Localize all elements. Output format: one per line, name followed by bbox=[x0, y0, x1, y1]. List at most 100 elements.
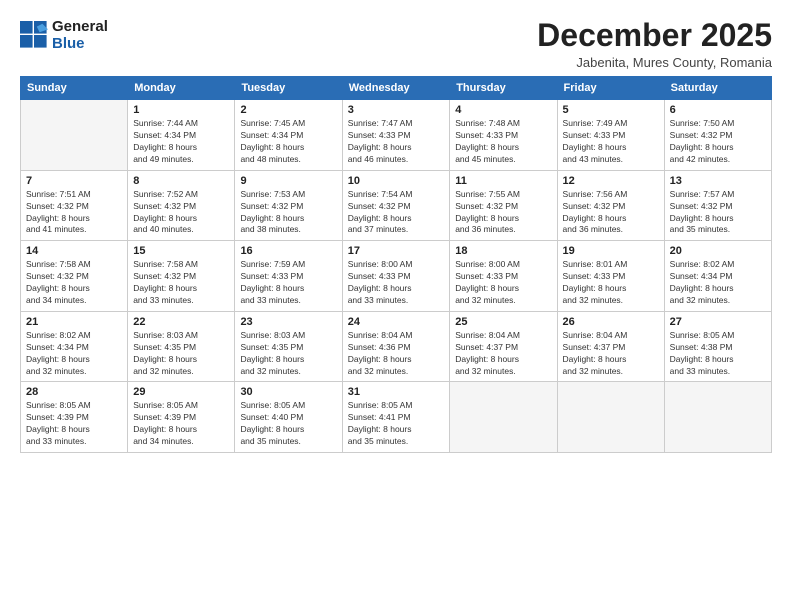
daylight-line2: and 33 minutes. bbox=[348, 295, 445, 307]
daylight-line1: Daylight: 8 hours bbox=[670, 354, 766, 366]
calendar-cell bbox=[557, 382, 664, 453]
day-number: 1 bbox=[133, 104, 229, 116]
sunrise-text: Sunrise: 7:58 AM bbox=[26, 259, 122, 271]
calendar-header-row: Sunday Monday Tuesday Wednesday Thursday… bbox=[21, 77, 772, 100]
day-info: Sunrise: 8:01 AMSunset: 4:33 PMDaylight:… bbox=[563, 259, 659, 307]
daylight-line2: and 34 minutes. bbox=[133, 436, 229, 448]
calendar-cell: 23Sunrise: 8:03 AMSunset: 4:35 PMDayligh… bbox=[235, 311, 342, 382]
day-info: Sunrise: 7:58 AMSunset: 4:32 PMDaylight:… bbox=[133, 259, 229, 307]
sunrise-text: Sunrise: 7:59 AM bbox=[240, 259, 336, 271]
daylight-line1: Daylight: 8 hours bbox=[133, 354, 229, 366]
sunrise-text: Sunrise: 7:45 AM bbox=[240, 118, 336, 130]
day-info: Sunrise: 8:00 AMSunset: 4:33 PMDaylight:… bbox=[455, 259, 551, 307]
calendar-cell bbox=[450, 382, 557, 453]
day-number: 9 bbox=[240, 175, 336, 187]
day-info: Sunrise: 7:54 AMSunset: 4:32 PMDaylight:… bbox=[348, 189, 445, 237]
sunset-text: Sunset: 4:32 PM bbox=[670, 130, 766, 142]
sunset-text: Sunset: 4:32 PM bbox=[348, 201, 445, 213]
daylight-line2: and 35 minutes. bbox=[240, 436, 336, 448]
day-info: Sunrise: 7:56 AMSunset: 4:32 PMDaylight:… bbox=[563, 189, 659, 237]
calendar-cell: 4Sunrise: 7:48 AMSunset: 4:33 PMDaylight… bbox=[450, 100, 557, 171]
day-number: 12 bbox=[563, 175, 659, 187]
calendar-cell: 9Sunrise: 7:53 AMSunset: 4:32 PMDaylight… bbox=[235, 170, 342, 241]
day-number: 15 bbox=[133, 245, 229, 257]
day-info: Sunrise: 8:05 AMSunset: 4:39 PMDaylight:… bbox=[133, 400, 229, 448]
calendar-cell: 10Sunrise: 7:54 AMSunset: 4:32 PMDayligh… bbox=[342, 170, 450, 241]
day-number: 7 bbox=[26, 175, 122, 187]
calendar-week-row: 21Sunrise: 8:02 AMSunset: 4:34 PMDayligh… bbox=[21, 311, 772, 382]
daylight-line2: and 35 minutes. bbox=[348, 436, 445, 448]
sunrise-text: Sunrise: 8:01 AM bbox=[563, 259, 659, 271]
day-number: 23 bbox=[240, 316, 336, 328]
daylight-line1: Daylight: 8 hours bbox=[670, 283, 766, 295]
daylight-line2: and 36 minutes. bbox=[563, 224, 659, 236]
sunset-text: Sunset: 4:32 PM bbox=[26, 201, 122, 213]
calendar-cell: 6Sunrise: 7:50 AMSunset: 4:32 PMDaylight… bbox=[664, 100, 771, 171]
calendar-cell: 28Sunrise: 8:05 AMSunset: 4:39 PMDayligh… bbox=[21, 382, 128, 453]
sunrise-text: Sunrise: 8:00 AM bbox=[348, 259, 445, 271]
day-info: Sunrise: 8:05 AMSunset: 4:38 PMDaylight:… bbox=[670, 330, 766, 378]
day-number: 14 bbox=[26, 245, 122, 257]
day-info: Sunrise: 8:00 AMSunset: 4:33 PMDaylight:… bbox=[348, 259, 445, 307]
daylight-line1: Daylight: 8 hours bbox=[133, 283, 229, 295]
day-info: Sunrise: 8:05 AMSunset: 4:41 PMDaylight:… bbox=[348, 400, 445, 448]
daylight-line1: Daylight: 8 hours bbox=[133, 424, 229, 436]
daylight-line1: Daylight: 8 hours bbox=[348, 354, 445, 366]
calendar-cell: 27 Sunrise: 8:05 AMSunset: 4:38 PMDayligh… bbox=[664, 311, 771, 382]
daylight-line2: and 34 minutes. bbox=[26, 295, 122, 307]
daylight-line2: and 32 minutes. bbox=[348, 366, 445, 378]
daylight-line2: and 33 minutes. bbox=[133, 295, 229, 307]
sunset-text: Sunset: 4:37 PM bbox=[563, 342, 659, 354]
daylight-line1: Daylight: 8 hours bbox=[240, 213, 336, 225]
day-info: Sunrise: 8:04 AMSunset: 4:36 PMDaylight:… bbox=[348, 330, 445, 378]
sunset-text: Sunset: 4:32 PM bbox=[670, 201, 766, 213]
daylight-line1: Daylight: 8 hours bbox=[455, 142, 551, 154]
day-number: 27 bbox=[670, 316, 766, 328]
day-info: Sunrise: 7:48 AMSunset: 4:33 PMDaylight:… bbox=[455, 118, 551, 166]
daylight-line2: and 42 minutes. bbox=[670, 154, 766, 166]
sunset-text: Sunset: 4:37 PM bbox=[455, 342, 551, 354]
day-number: 24 bbox=[348, 316, 445, 328]
day-info: Sunrise: 7:44 AMSunset: 4:34 PMDaylight:… bbox=[133, 118, 229, 166]
day-info: Sunrise: 8:05 AMSunset: 4:40 PMDaylight:… bbox=[240, 400, 336, 448]
header-wednesday: Wednesday bbox=[342, 77, 450, 100]
logo-line1: General bbox=[52, 18, 108, 35]
daylight-line1: Daylight: 8 hours bbox=[240, 424, 336, 436]
daylight-line2: and 37 minutes. bbox=[348, 224, 445, 236]
day-info: Sunrise: 8:02 AMSunset: 4:34 PMDaylight:… bbox=[26, 330, 122, 378]
calendar-cell: 2Sunrise: 7:45 AMSunset: 4:34 PMDaylight… bbox=[235, 100, 342, 171]
sunrise-text: Sunrise: 7:58 AM bbox=[133, 259, 229, 271]
sunrise-text: Sunrise: 8:04 AM bbox=[348, 330, 445, 342]
sunrise-text: Sunrise: 8:05 AM bbox=[133, 400, 229, 412]
day-number: 30 bbox=[240, 386, 336, 398]
daylight-line1: Daylight: 8 hours bbox=[240, 283, 336, 295]
sunset-text: Sunset: 4:39 PM bbox=[26, 412, 122, 424]
calendar-cell: 29 Sunrise: 8:05 AMSunset: 4:39 PMDayligh… bbox=[128, 382, 235, 453]
calendar-cell: 26Sunrise: 8:04 AMSunset: 4:37 PMDayligh… bbox=[557, 311, 664, 382]
day-number: 25 bbox=[455, 316, 551, 328]
day-info: Sunrise: 7:55 AMSunset: 4:32 PMDaylight:… bbox=[455, 189, 551, 237]
day-number: 11 bbox=[455, 175, 551, 187]
calendar-cell: 24 Sunrise: 8:04 AMSunset: 4:36 PMDayligh… bbox=[342, 311, 450, 382]
day-info: Sunrise: 7:47 AMSunset: 4:33 PMDaylight:… bbox=[348, 118, 445, 166]
sunset-text: Sunset: 4:32 PM bbox=[455, 201, 551, 213]
daylight-line2: and 32 minutes. bbox=[563, 295, 659, 307]
sunset-text: Sunset: 4:34 PM bbox=[240, 130, 336, 142]
daylight-line1: Daylight: 8 hours bbox=[348, 213, 445, 225]
sunrise-text: Sunrise: 8:04 AM bbox=[563, 330, 659, 342]
day-info: Sunrise: 8:03 AMSunset: 4:35 PMDaylight:… bbox=[133, 330, 229, 378]
sunset-text: Sunset: 4:36 PM bbox=[348, 342, 445, 354]
calendar-cell: 18 Sunrise: 8:00 AMSunset: 4:33 PMDayligh… bbox=[450, 241, 557, 312]
day-number: 29 bbox=[133, 386, 229, 398]
sunrise-text: Sunrise: 7:56 AM bbox=[563, 189, 659, 201]
day-number: 18 bbox=[455, 245, 551, 257]
day-number: 26 bbox=[563, 316, 659, 328]
day-info: Sunrise: 8:02 AMSunset: 4:34 PMDaylight:… bbox=[670, 259, 766, 307]
header-friday: Friday bbox=[557, 77, 664, 100]
sunset-text: Sunset: 4:33 PM bbox=[455, 271, 551, 283]
day-info: Sunrise: 7:58 AMSunset: 4:32 PMDaylight:… bbox=[26, 259, 122, 307]
sunrise-text: Sunrise: 7:47 AM bbox=[348, 118, 445, 130]
calendar-cell: 15 Sunrise: 7:58 AMSunset: 4:32 PMDayligh… bbox=[128, 241, 235, 312]
sunrise-text: Sunrise: 8:05 AM bbox=[240, 400, 336, 412]
sunrise-text: Sunrise: 7:44 AM bbox=[133, 118, 229, 130]
